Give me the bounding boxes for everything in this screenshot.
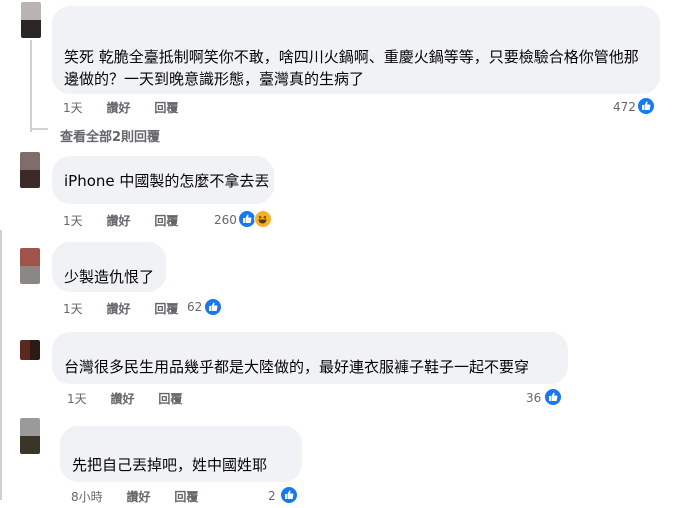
- reply-button[interactable]: 回覆: [154, 214, 178, 228]
- like-button[interactable]: 讚好: [106, 214, 130, 228]
- comment-text: 台灣很多民生用品幾乎都是大陸做的，最好連衣服褲子鞋子一起不要穿: [64, 358, 530, 376]
- thread-line: [30, 40, 32, 132]
- comment-text: 笑死 乾脆全臺抵制啊笑你不敢，啥四川火鍋啊、重慶火鍋等等，只要檢驗合格你管他那邊…: [64, 48, 639, 88]
- comment-time[interactable]: 1天: [63, 302, 83, 316]
- reply-button[interactable]: 回覆: [158, 392, 182, 406]
- avatar[interactable]: [20, 152, 40, 188]
- comment-time[interactable]: 1天: [63, 214, 83, 228]
- reply-button[interactable]: 回覆: [154, 302, 178, 316]
- comment-time[interactable]: 1天: [67, 392, 87, 406]
- reaction-count[interactable]: 36: [526, 391, 541, 405]
- comment-meta: 8小時 讚好 回覆: [71, 488, 218, 505]
- like-icon: [544, 388, 562, 406]
- like-icon: [637, 97, 655, 115]
- like-button[interactable]: 讚好: [126, 490, 150, 504]
- reaction-count[interactable]: 260: [214, 213, 237, 227]
- comment-time[interactable]: 1天: [63, 101, 83, 115]
- comment-meta: 1天 讚好 回覆: [63, 212, 198, 229]
- avatar[interactable]: [21, 2, 41, 38]
- reaction-count[interactable]: 472: [613, 100, 636, 114]
- comment-text: iPhone 中國製的怎麼不拿去丟: [64, 172, 270, 190]
- avatar[interactable]: [20, 418, 40, 454]
- comment-bubble: 笑死 乾脆全臺抵制啊笑你不敢，啥四川火鍋啊、重慶火鍋等等，只要檢驗合格你管他那邊…: [52, 6, 660, 94]
- like-button[interactable]: 讚好: [106, 302, 130, 316]
- like-icon: [280, 486, 298, 504]
- comment-time[interactable]: 8小時: [71, 490, 103, 504]
- haha-icon: [254, 210, 272, 228]
- comment-bubble: 少製造仇恨了: [52, 242, 166, 292]
- reply-button[interactable]: 回覆: [174, 490, 198, 504]
- like-button[interactable]: 讚好: [106, 101, 130, 115]
- avatar[interactable]: [20, 248, 40, 284]
- like-icon: [204, 298, 222, 316]
- thread-line-curve: [30, 128, 48, 130]
- comment-bubble: iPhone 中國製的怎麼不拿去丟: [52, 156, 274, 204]
- reply-button[interactable]: 回覆: [154, 101, 178, 115]
- comment-meta: 1天 讚好 回覆: [67, 390, 202, 407]
- view-all-replies-link[interactable]: 查看全部2則回覆: [60, 126, 160, 145]
- avatar[interactable]: [20, 340, 40, 360]
- thread-line-left: [0, 230, 2, 500]
- comment-text: 少製造仇恨了: [64, 268, 155, 286]
- comment-meta: 1天 讚好 回覆: [63, 99, 198, 116]
- comment-meta: 1天 讚好 回覆: [63, 300, 198, 317]
- reaction-count[interactable]: 62: [187, 300, 202, 314]
- comment-text: 先把自己丟掉吧，姓中國姓耶: [72, 456, 268, 474]
- comment-bubble: 台灣很多民生用品幾乎都是大陸做的，最好連衣服褲子鞋子一起不要穿: [52, 332, 568, 384]
- like-button[interactable]: 讚好: [110, 392, 134, 406]
- reaction-count[interactable]: 2: [268, 489, 276, 503]
- comment-bubble: 先把自己丟掉吧，姓中國姓耶: [60, 426, 302, 482]
